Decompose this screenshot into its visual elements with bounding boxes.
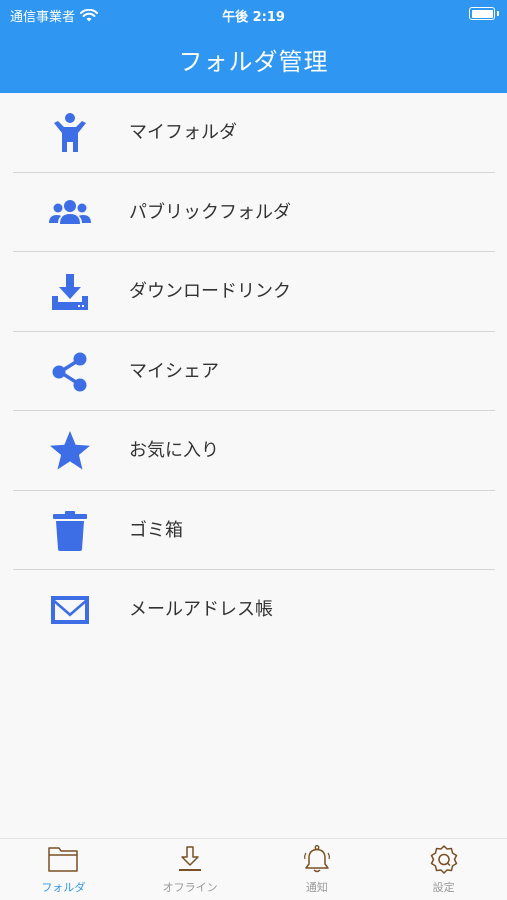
- gear-icon: [428, 844, 460, 874]
- tab-label: 通知: [305, 881, 328, 894]
- status-time: 午後 2:19: [222, 10, 285, 25]
- tab-label: オフライン: [162, 881, 218, 894]
- list-item-my-share[interactable]: マイシェア: [13, 332, 495, 411]
- share-icon: [48, 350, 92, 394]
- battery-level: [471, 9, 493, 18]
- list-item-label: ゴミ箱: [129, 519, 183, 541]
- list-item-label: お気に入り: [129, 440, 219, 461]
- list-item-trash[interactable]: ゴミ箱: [13, 491, 495, 570]
- person-icon: [48, 111, 92, 155]
- list-item-label: マイフォルダ: [129, 122, 237, 143]
- battery-cap: [497, 11, 499, 16]
- tab-notifications[interactable]: 通知: [254, 839, 381, 900]
- folder-menu-list: マイフォルダ パブリックフォルダ ダウンロードリンク マイシェア お気に入り ゴ…: [13, 93, 495, 650]
- folder-icon: [47, 844, 79, 874]
- list-item-label: パブリックフォルダ: [129, 201, 291, 223]
- list-item-address-book[interactable]: メールアドレス帳: [13, 570, 495, 650]
- tab-folder[interactable]: フォルダ: [0, 839, 127, 900]
- bell-icon: [301, 844, 333, 874]
- list-item-label: メールアドレス帳: [129, 599, 273, 620]
- list-item-download-link[interactable]: ダウンロードリンク: [13, 252, 495, 332]
- app-header: 通信事業者 午後 2:19 フォルダ管理: [0, 0, 507, 93]
- list-item-my-folder[interactable]: マイフォルダ: [13, 93, 495, 173]
- page-title: フォルダ管理: [178, 48, 329, 76]
- tab-settings[interactable]: 設定: [380, 839, 507, 900]
- download-icon: [174, 844, 206, 874]
- list-item-label: ダウンロードリンク: [129, 281, 291, 302]
- list-item-label: マイシェア: [129, 360, 219, 382]
- tab-label: 設定: [432, 881, 455, 894]
- list-item-favorites[interactable]: お気に入り: [13, 411, 495, 491]
- star-icon: [48, 429, 92, 473]
- list-item-public-folder[interactable]: パブリックフォルダ: [13, 173, 495, 252]
- mail-icon: [48, 588, 92, 632]
- download-icon: [48, 270, 92, 314]
- status-bar: 通信事業者 午後 2:19: [0, 0, 507, 28]
- tab-label: フォルダ: [41, 881, 86, 894]
- tab-bar: フォルダ オフライン 通知 設定: [0, 838, 507, 900]
- battery-icon: [469, 7, 495, 20]
- group-icon: [48, 191, 92, 235]
- tab-offline[interactable]: オフライン: [127, 839, 254, 900]
- trash-icon: [48, 509, 92, 553]
